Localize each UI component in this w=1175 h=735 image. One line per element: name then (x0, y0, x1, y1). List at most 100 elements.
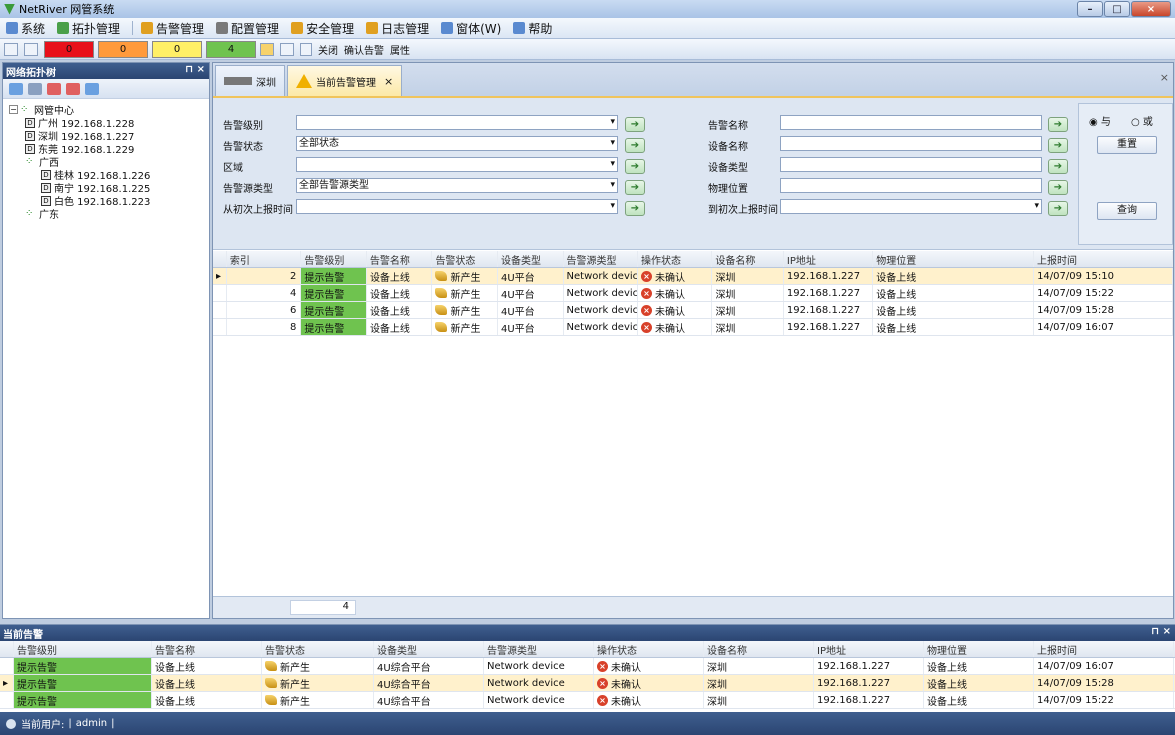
close-button[interactable]: 关闭 (318, 42, 338, 57)
cell-text: IP地址 (786, 255, 816, 267)
go-icon[interactable]: ➔ (625, 180, 645, 195)
menu-item-2[interactable]: 告警管理 (141, 20, 204, 37)
alarm-counter-1[interactable]: 0 (98, 40, 148, 58)
close-all-icon[interactable]: × (1160, 71, 1169, 84)
filter-input[interactable] (780, 178, 1042, 193)
filter-select[interactable] (296, 199, 618, 214)
remove-icon[interactable] (28, 82, 42, 95)
speaker-icon[interactable] (300, 42, 312, 56)
grid-cell: 提示告警 (14, 675, 152, 691)
filter-select[interactable] (296, 157, 618, 172)
go-icon[interactable]: ➔ (625, 138, 645, 153)
alarm-counter-3[interactable]: 4 (206, 40, 256, 58)
grid-cell: 192.168.1.227 (814, 675, 924, 691)
cell-text: 提示告警 (304, 289, 345, 301)
menu-item-6[interactable]: 窗体(W) (441, 20, 501, 37)
collapse-icon[interactable]: − (9, 105, 18, 114)
reset-button[interactable]: 重置 (1097, 136, 1157, 154)
table-row[interactable]: ▸ 提示告警 设备上线 新产生 4U综合平台 Network device × 未确认 深圳 19… (0, 675, 1175, 692)
filter-label: 设备名称 (708, 142, 748, 153)
go-icon[interactable]: ➔ (1048, 201, 1068, 216)
panel-controls[interactable]: ⊓ × (185, 64, 205, 75)
network-group-icon: ⁘ (20, 103, 29, 115)
grid-cell: × 未确认 (638, 319, 713, 335)
tab-shenzhen[interactable]: 深圳 (215, 65, 285, 96)
cell-text: 设备上线 (876, 289, 917, 301)
menu-item-7[interactable]: 帮助 (513, 20, 552, 37)
bell-icon[interactable] (260, 42, 274, 56)
unlink-icon[interactable] (66, 82, 80, 95)
close-tab-icon[interactable]: × (384, 75, 393, 88)
grid-cell: 192.168.1.227 (784, 268, 874, 284)
filter-input[interactable] (780, 136, 1042, 151)
filter-label: 区域 (223, 163, 243, 174)
go-icon[interactable]: ➔ (1048, 138, 1068, 153)
filter-select[interactable] (296, 115, 618, 130)
filter-select[interactable]: 全部告警源类型 (296, 178, 618, 193)
table-row[interactable]: 6 提示告警 设备上线 新产生 4U平台 Network device × 未确认 深圳 192.… (213, 302, 1174, 319)
filter-select[interactable]: 全部状态 (296, 136, 618, 151)
menu-item-3[interactable]: 配置管理 (216, 20, 279, 37)
query-button[interactable]: 查询 (1097, 202, 1157, 220)
properties-button[interactable]: 属性 (390, 42, 410, 57)
grid-cell: 192.168.1.227 (784, 319, 874, 335)
confirm-alarm-button[interactable]: 确认告警 (344, 42, 384, 57)
tab-strip: 深圳 当前告警管理 × × (213, 63, 1173, 98)
table-row[interactable]: 4 提示告警 设备上线 新产生 4U平台 Network device × 未确认 深圳 192.… (213, 285, 1174, 302)
menu-item-0[interactable]: 系统 (6, 20, 45, 37)
cell-text: 告警名称 (369, 255, 410, 267)
cell-text: 设备类型 (377, 645, 417, 657)
menu-label: 日志管理 (381, 21, 430, 36)
panel-controls[interactable]: ⊓ × (1151, 626, 1171, 637)
refresh-icon[interactable] (85, 82, 99, 95)
table-row[interactable]: 提示告警 设备上线 新产生 4U综合平台 Network device × 未确认 深圳 192… (0, 692, 1175, 709)
cell-text: 深圳 (707, 662, 727, 674)
radio-and[interactable]: ◉ 与 (1089, 113, 1111, 128)
menu-item-4[interactable]: 安全管理 (291, 20, 354, 37)
go-icon[interactable]: ➔ (625, 117, 645, 132)
menu-item-5[interactable]: 日志管理 (366, 20, 429, 37)
cell-text: 4U综合平台 (377, 679, 431, 691)
radio-or[interactable]: ○ 或 (1131, 113, 1153, 128)
tree-node[interactable]: ⁘ 广东 (9, 207, 209, 221)
go-icon[interactable]: ➔ (625, 159, 645, 174)
cell-text: 告警源类型 (566, 255, 617, 267)
go-icon[interactable]: ➔ (1048, 117, 1068, 132)
go-icon[interactable]: ➔ (625, 201, 645, 216)
bell-icon (435, 322, 448, 332)
alarm-counter-0[interactable]: 0 (44, 40, 94, 58)
error-icon: × (640, 321, 652, 333)
table-row[interactable]: ▸ 2 提示告警 设备上线 新产生 4U平台 Network device × 未确认 深圳 192… (213, 268, 1174, 285)
table-row[interactable]: 提示告警 设备上线 新产生 4U综合平台 Network device × 未确认 深圳 192… (0, 658, 1175, 675)
column-header: 上报时间 (1034, 251, 1173, 267)
alarm-grid: 索引 告警级别 告警名称 告警状态 设备类型 告警源类型 操作状态 设备名称 IP地址 物理位置 上… (213, 251, 1174, 336)
go-icon[interactable]: ➔ (1048, 180, 1068, 195)
grid-cell: Network device (564, 302, 638, 318)
minimize-button[interactable]: – (1077, 1, 1103, 17)
link-icon[interactable] (47, 82, 61, 95)
cell-text: Network device (566, 270, 638, 282)
maximize-button[interactable]: □ (1104, 1, 1130, 17)
tab-current-alarms[interactable]: 当前告警管理 × (287, 65, 403, 96)
filter-input[interactable] (780, 115, 1042, 130)
table-row[interactable]: 8 提示告警 设备上线 新产生 4U平台 Network device × 未确认 深圳 192.… (213, 319, 1174, 336)
add-icon[interactable] (9, 82, 23, 95)
window-icon[interactable] (4, 42, 18, 56)
filter-icon[interactable] (280, 42, 294, 56)
grid-cell: 4U综合平台 (374, 692, 484, 708)
close-window-button[interactable]: × (1131, 1, 1171, 17)
cell-text: 4U平台 (501, 272, 535, 284)
go-icon[interactable]: ➔ (1048, 159, 1068, 174)
alarm-counter-2[interactable]: 0 (152, 40, 202, 58)
grid-cell: Network device (564, 285, 638, 301)
bottom-panel-title: 当前告警 (3, 629, 43, 641)
filter-select[interactable] (780, 199, 1042, 214)
device-icon (224, 77, 252, 85)
user-icon (6, 718, 16, 729)
menu-item-1[interactable]: 拓扑管理 (57, 20, 120, 37)
filter-input[interactable] (780, 157, 1042, 172)
grid-cell: 新产生 (262, 675, 374, 691)
menu-icon (6, 22, 18, 34)
topology-icon[interactable] (24, 42, 38, 56)
cell-text: 设备上线 (369, 323, 410, 335)
